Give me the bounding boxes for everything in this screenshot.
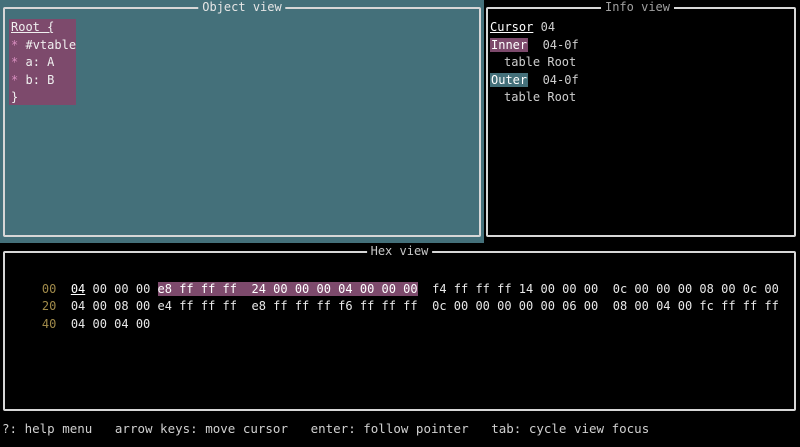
hex-view-title: Hex view [366,243,433,260]
hex-view-panel[interactable]: Hex view 00 04 00 00 00 e8 ff ff ff 24 0… [3,243,796,411]
object-view-panel[interactable]: Object view Root { * #vtable * a: A * b:… [3,0,481,237]
field-b[interactable]: * b: B [11,72,54,90]
hex-row[interactable]: 40 04 00 04 00 [13,298,150,351]
hex-bytes[interactable]: e8 ff ff ff f6 ff ff ff [251,299,417,313]
outer-type: table Root [504,90,577,104]
outer-info: Outer 04-0f [490,72,579,87]
enter-hint: enter: follow pointer [310,421,469,436]
status-bar: ?: help menu arrow keys: move cursor ent… [2,420,649,438]
hex-bytes[interactable]: 0c 00 00 00 00 00 06 00 [432,299,598,313]
info-view-panel[interactable]: Info view Cursor 04 Inner 04-0f table Ro… [486,0,796,237]
arrow-keys-hint: arrow keys: move cursor [114,421,288,436]
inner-type: table Root [504,55,577,69]
field-a[interactable]: * a: A [11,54,54,72]
help-hint: ?: help menu [2,421,93,436]
cursor-info: Cursor 04 [490,20,556,34]
root-label[interactable]: Root { [11,19,54,37]
root-close: } [11,90,19,104]
tab-hint: tab: cycle view focus [491,421,650,436]
inner-info: Inner 04-0f [490,37,579,52]
hex-address: 40 [41,316,57,331]
vtable-field[interactable]: * #vtable [11,37,76,55]
object-view-title: Object view [198,0,286,16]
hex-bytes[interactable]: 04 00 04 00 [71,317,150,331]
hex-bytes[interactable]: e4 ff ff ff [158,299,237,313]
hex-bytes[interactable]: 08 00 04 00 fc ff ff ff [613,299,779,313]
info-view-title: Info view [600,0,674,16]
